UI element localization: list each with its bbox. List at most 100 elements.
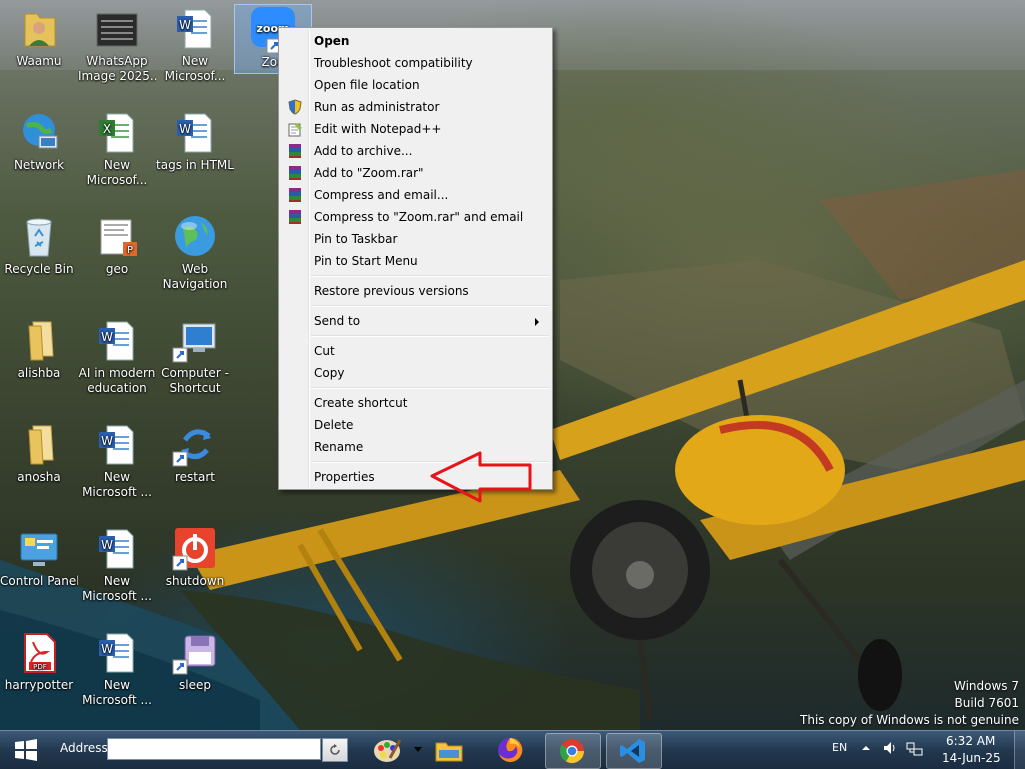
svg-text:W: W [101,330,113,344]
menu-item-compress-to-zoom-rar-and-email[interactable]: Compress to "Zoom.rar" and email [281,206,549,228]
desktop-icon-recycle-bin[interactable]: Recycle Bin [0,212,78,277]
desktop-icon-label-line1: Web [181,262,209,276]
address-input[interactable] [107,738,422,760]
refresh-icon [328,742,342,761]
menu-item-compress-and-email[interactable]: Compress and email... [281,184,549,206]
desktop-icon-label-line2: Image 2025... [78,69,156,83]
excel-document-icon: X [93,108,141,156]
desktop[interactable]: Waamu Network Recycle Bin alishba anosha… [0,0,1025,730]
clock-date[interactable]: 14-Jun-25 [942,751,1001,765]
chrome-icon [558,737,586,769]
desktop-icon-label: shutdown [165,574,225,588]
taskbar-paint[interactable] [360,733,414,767]
start-button[interactable] [4,733,48,767]
desktop-icon-control-panel[interactable]: Control Panel [0,524,78,589]
menu-item-copy[interactable]: Copy [281,362,549,384]
desktop-icon-label-line1: New [181,54,209,68]
desktop-icon-new-excel[interactable]: X New Microsof... [78,108,156,188]
desktop-icon-label-line2: Microsoft ... [82,589,152,603]
desktop-icon-label: restart [174,470,215,484]
taskbar-chrome[interactable] [545,733,601,769]
uac-shield-icon [287,99,303,115]
menu-item-label: Troubleshoot compatibility [314,56,473,70]
svg-text:X: X [103,122,111,136]
menu-item-label: Create shortcut [314,396,408,410]
clock-time[interactable]: 6:32 AM [946,734,995,748]
show-hidden-icons-button[interactable] [861,742,871,756]
desktop-icon-label: Network [13,158,65,172]
desktop-icon-waamu[interactable]: Waamu [0,4,78,69]
computer-shortcut-icon [171,316,219,364]
submenu-arrow-icon [535,318,539,326]
menu-item-create-shortcut[interactable]: Create shortcut [281,392,549,414]
menu-item-send-to[interactable]: Send to [281,310,549,332]
desktop-icon-label-line1: Computer - [161,366,229,380]
desktop-icon-label-line2: education [87,381,147,395]
desktop-icon-network[interactable]: Network [0,108,78,173]
desktop-icon-label: Waamu [16,54,62,68]
menu-item-pin-to-taskbar[interactable]: Pin to Taskbar [281,228,549,250]
address-go-button[interactable] [322,738,348,762]
folder-icon [15,316,63,364]
desktop-icon-tags-in-html[interactable]: W tags in HTML [156,108,234,173]
windows-watermark: Windows 7 Build 7601 This copy of Window… [800,678,1019,729]
menu-item-add-to-zoom-rar[interactable]: Add to "Zoom.rar" [281,162,549,184]
desktop-icon-geo[interactable]: P geo [78,212,156,277]
menu-item-add-to-archive[interactable]: Add to archive... [281,140,549,162]
menu-item-label: Compress to "Zoom.rar" and email [314,210,524,224]
menu-item-label: Compress and email... [314,188,449,202]
desktop-icon-new-word-1[interactable]: W New Microsof... [156,4,234,84]
taskbar-vscode[interactable] [606,733,662,769]
watermark-build: Build 7601 [954,696,1019,710]
menu-item-pin-to-start-menu[interactable]: Pin to Start Menu [281,250,549,272]
menu-item-troubleshoot-compatibility[interactable]: Troubleshoot compatibility [281,52,549,74]
menu-item-label: Open file location [314,78,420,92]
recycle-bin-icon [15,212,63,260]
network-icon [15,108,63,156]
word-document-icon: W [93,316,141,364]
svg-text:W: W [101,642,113,656]
show-desktop-button[interactable] [1014,731,1025,769]
desktop-icon-harrypotter[interactable]: PDF harrypotter [0,628,78,693]
watermark-genuine: This copy of Windows is not genuine [800,713,1019,727]
language-indicator[interactable]: EN [832,741,847,754]
menu-item-open[interactable]: Open [281,30,549,52]
desktop-icon-sleep[interactable]: sleep [156,628,234,693]
desktop-icon-new-word-4[interactable]: W New Microsoft ... [78,628,156,708]
menu-item-label: Restore previous versions [314,284,469,298]
desktop-icon-computer-shortcut[interactable]: Computer - Shortcut [156,316,234,396]
restart-shortcut-icon [171,420,219,468]
desktop-icon-alishba[interactable]: alishba [0,316,78,381]
vscode-icon [619,737,647,769]
svg-text:P: P [127,245,133,256]
menu-item-open-file-location[interactable]: Open file location [281,74,549,96]
taskbar-file-explorer[interactable] [422,733,476,767]
control-panel-icon [15,524,63,572]
desktop-icon-shutdown[interactable]: shutdown [156,524,234,589]
desktop-icon-web-navigation[interactable]: Web Navigation [156,212,234,292]
desktop-icon-anosha[interactable]: anosha [0,420,78,485]
menu-separator [311,387,549,389]
desktop-icon-label-line2: Microsoft ... [82,693,152,707]
desktop-icon-ai-in-modern-education[interactable]: W AI in modern education [78,316,156,396]
desktop-icon-label-line1: New [103,158,131,172]
menu-item-label: Run as administrator [314,100,440,114]
menu-item-label: Add to "Zoom.rar" [314,166,424,180]
menu-separator [311,305,549,307]
menu-item-delete[interactable]: Delete [281,414,549,436]
menu-item-restore-previous-versions[interactable]: Restore previous versions [281,280,549,302]
menu-item-cut[interactable]: Cut [281,340,549,362]
desktop-icon-label: Control Panel [0,574,78,588]
menu-item-edit-with-notepad-plus-plus[interactable]: Edit with Notepad++ [281,118,549,140]
network-status-icon[interactable] [906,741,924,760]
menu-item-run-as-administrator[interactable]: Run as administrator [281,96,549,118]
desktop-icon-new-word-3[interactable]: W New Microsoft ... [78,524,156,604]
desktop-icon-whatsapp-image[interactable]: WhatsApp Image 2025... [78,4,156,84]
desktop-icon-new-word-2[interactable]: W New Microsoft ... [78,420,156,500]
user-folder-icon [15,4,63,52]
desktop-icon-restart[interactable]: restart [156,420,234,485]
menu-item-label: Edit with Notepad++ [314,122,442,136]
winrar-icon [287,187,303,203]
taskbar-firefox[interactable] [484,733,538,767]
volume-icon[interactable] [882,740,898,759]
